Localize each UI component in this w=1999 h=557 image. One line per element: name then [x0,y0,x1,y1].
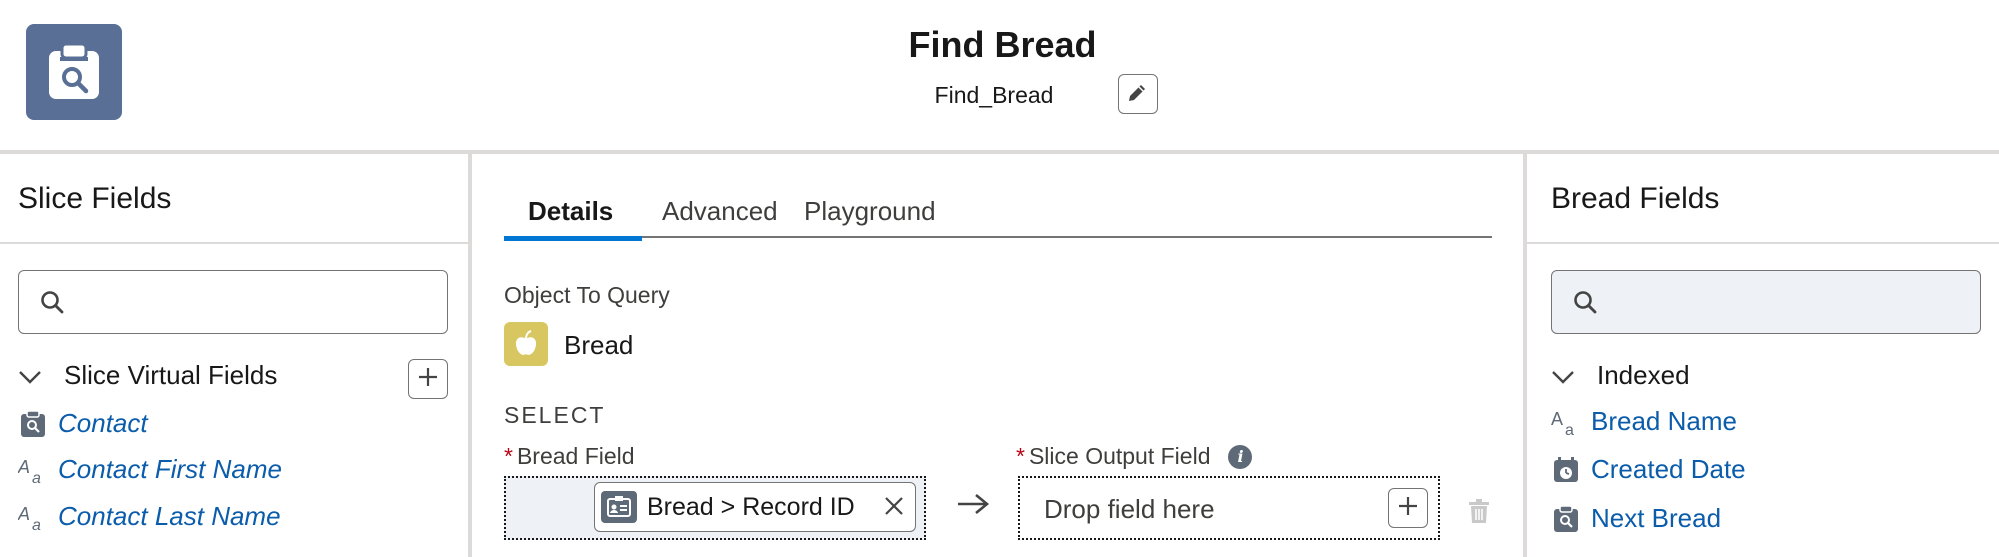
tab-advanced[interactable]: Advanced [662,196,778,240]
object-name: Bread [564,330,634,360]
add-virtual-field-button[interactable] [408,359,448,399]
bread-field-pill[interactable]: Bread > Record ID [594,482,916,532]
panel-title: Slice Fields [18,182,172,215]
required-marker: * [504,443,513,469]
active-tab-indicator [504,236,642,241]
search-input[interactable] [81,281,381,325]
field-label: Contact Last Name [58,501,281,531]
slice-virtual-fields-section[interactable]: Slice Virtual Fields [18,360,277,391]
page-header: Find Bread Find_Bread [0,0,1999,154]
search-input[interactable] [1614,281,1914,325]
tab-details[interactable]: Details [528,196,613,240]
svg-text:a: a [32,517,41,532]
field-item-contact[interactable]: Contact [18,408,148,439]
tab-playground[interactable]: Playground [804,196,936,240]
bread-fields-panel: Bread Fields Indexed Aa Bread Name Creat… [1523,154,1999,557]
panel-title: Bread Fields [1551,182,1720,215]
field-item-created-date[interactable]: Created Date [1551,454,1746,485]
plus-icon [417,366,439,393]
svg-text:A: A [18,504,30,524]
field-label: Bread Name [1591,406,1737,436]
indexed-section[interactable]: Indexed [1551,360,1690,391]
svg-text:A: A [18,457,30,477]
field-item-contact-last-name[interactable]: Aa Contact Last Name [18,501,281,532]
label-text: Slice Output Field [1028,443,1211,469]
bread-field-drop-zone[interactable]: Bread > Record ID [504,476,926,540]
edit-button[interactable] [1118,74,1158,114]
svg-text:A: A [1551,409,1563,429]
pencil-icon [1127,81,1149,108]
tab-bar: Details Advanced Playground [504,182,1492,241]
text-field-icon: Aa [1551,407,1581,437]
api-name: Find_Bread [934,82,1054,108]
divider [1527,242,1999,244]
page-title: Find Bread [908,24,1097,65]
arrow-right-icon [956,492,990,521]
plus-icon [1397,495,1419,522]
slice-output-field-label: * Slice Output Field i [1016,443,1253,470]
pill-label: Bread > Record ID [647,492,855,521]
chevron-down-icon [1551,360,1575,391]
trash-icon[interactable] [1468,498,1490,529]
id-card-icon [601,491,637,523]
slice-fields-panel: Slice Fields Slice Virtual Fields Contac… [0,154,472,557]
svg-text:a: a [32,470,41,485]
chevron-down-icon [18,360,42,391]
clipboard-search-icon [26,24,122,120]
label-text: Bread Field [516,443,635,469]
clipboard-search-icon [1551,504,1581,534]
field-label: Created Date [1591,454,1746,484]
search-icon [1572,289,1598,320]
text-field-icon: Aa [18,502,48,532]
field-item-contact-first-name[interactable]: Aa Contact First Name [18,454,282,485]
field-label: Contact First Name [58,454,282,484]
bread-field-label: * Bread Field [504,443,635,470]
required-marker: * [1016,443,1025,469]
query-details-panel: Details Advanced Playground Object To Qu… [472,154,1524,557]
drop-placeholder: Drop field here [1044,494,1215,524]
section-label: Slice Virtual Fields [64,360,278,390]
text-field-icon: Aa [18,455,48,485]
slice-fields-search[interactable] [18,270,448,334]
svg-text:a: a [1565,422,1574,437]
divider [0,242,468,244]
object-to-query-label: Object To Query [504,282,670,308]
search-icon [39,289,65,320]
slice-output-drop-zone[interactable]: Drop field here [1018,476,1440,540]
clipboard-search-icon [18,409,48,439]
bread-fields-search[interactable] [1551,270,1981,334]
apple-icon [504,322,548,366]
select-section-label: SELECT [504,402,606,428]
field-item-bread-name[interactable]: Aa Bread Name [1551,406,1737,437]
section-label: Indexed [1597,360,1690,390]
calendar-clock-icon [1551,455,1581,485]
info-icon[interactable]: i [1228,444,1253,469]
close-icon[interactable] [883,495,905,524]
add-output-field-button[interactable] [1388,488,1428,528]
field-item-next-bread[interactable]: Next Bread [1551,503,1721,534]
field-label: Next Bread [1591,503,1722,533]
field-label: Contact [58,408,148,438]
